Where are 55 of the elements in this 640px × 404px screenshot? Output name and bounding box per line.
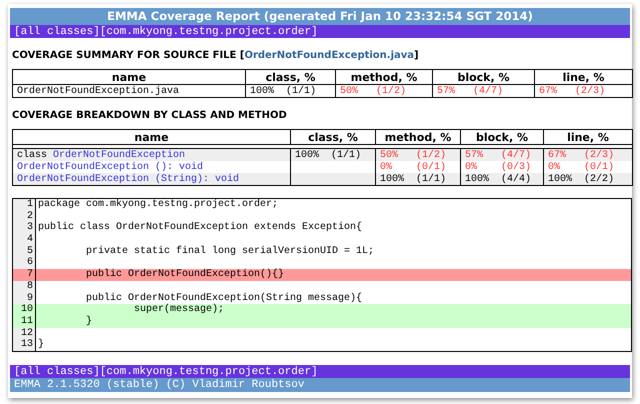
column-header: name	[12, 130, 290, 144]
coverage-cell: 0% (0/3)	[460, 161, 544, 173]
column-header: line, %	[544, 130, 632, 144]
code-line: private static final long serialVersionUID = 1L;	[85, 246, 374, 258]
coverage-cell: 67% (2/3)	[534, 84, 632, 98]
method-link[interactable]: OrderNotFoundException (): void	[17, 162, 204, 172]
file-link[interactable]: OrderNotFoundException.java	[244, 50, 414, 61]
class-link[interactable]: OrderNotFoundException	[53, 150, 186, 160]
code-line: public class OrderNotFoundException extends Exception{	[37, 222, 362, 234]
coverage-cell: 0% (0/1)	[544, 161, 632, 173]
coverage-cell: 100% (4/4)	[460, 173, 544, 186]
line-number: 9	[13, 292, 36, 304]
coverage-cell: 67% (2/3)	[544, 148, 632, 161]
section-heading: ]	[414, 50, 419, 61]
line-number: 8	[13, 280, 36, 292]
code-line: }	[85, 316, 92, 328]
code-line: package com.mkyong.testng.project.order;	[37, 199, 278, 211]
breadcrumb-link[interactable]: [all classes]	[14, 26, 100, 38]
footer-text: EMMA 2.1.5320 (stable) (C) Vladimir Roubtsov	[10, 378, 630, 392]
code-line: }	[37, 339, 44, 351]
column-header: method, %	[336, 70, 432, 84]
line-number: 3	[13, 222, 36, 234]
coverage-cell: 57% (4/7)	[460, 148, 544, 161]
section-heading: COVERAGE SUMMARY FOR SOURCE FILE [	[12, 50, 244, 61]
coverage-cell: 100% (1/1)	[376, 173, 460, 186]
column-header: line, %	[534, 70, 632, 84]
column-header: block, %	[432, 70, 534, 84]
coverage-cell: 100% (1/1)	[290, 148, 376, 161]
coverage-cell: 100% (1/1)	[246, 84, 336, 98]
class-keyword: class	[17, 150, 48, 160]
line-number: 4	[13, 234, 36, 246]
section-heading: COVERAGE BREAKDOWN BY CLASS AND METHOD	[12, 110, 287, 121]
report-title: EMMA Coverage Report (generated Fri Jan 10 23:32:54 SGT 2014)	[10, 8, 630, 25]
column-header: class, %	[246, 70, 336, 84]
line-number: 6	[13, 257, 36, 270]
breadcrumb-link[interactable]: [com.mkyong.testng.project.order]	[100, 26, 318, 38]
column-header: method, %	[376, 130, 460, 144]
line-number: 5	[13, 246, 36, 258]
line-number: 2	[13, 210, 36, 222]
breadcrumb-link[interactable]: [all classes]	[14, 366, 100, 378]
code-line: public OrderNotFoundException(String message){	[85, 292, 362, 304]
coverage-cell: 50% (1/2)	[336, 84, 432, 98]
coverage-cell: 57% (4/7)	[432, 84, 534, 98]
table-cell: OrderNotFoundException.java	[12, 84, 246, 98]
line-number: 13	[13, 339, 36, 351]
line-number: 12	[13, 328, 36, 340]
column-header: block, %	[460, 130, 544, 144]
code-line: super(message);	[133, 304, 224, 316]
coverage-cell: 50% (1/2)	[376, 148, 460, 161]
breadcrumb-link[interactable]: [com.mkyong.testng.project.order]	[100, 366, 318, 378]
line-number: 1	[13, 199, 36, 211]
coverage-cell: 0% (0/1)	[376, 161, 460, 173]
column-header: class, %	[290, 130, 376, 144]
coverage-cell: 100% (2/2)	[544, 173, 632, 186]
code-line: public OrderNotFoundException(){}	[85, 269, 284, 281]
